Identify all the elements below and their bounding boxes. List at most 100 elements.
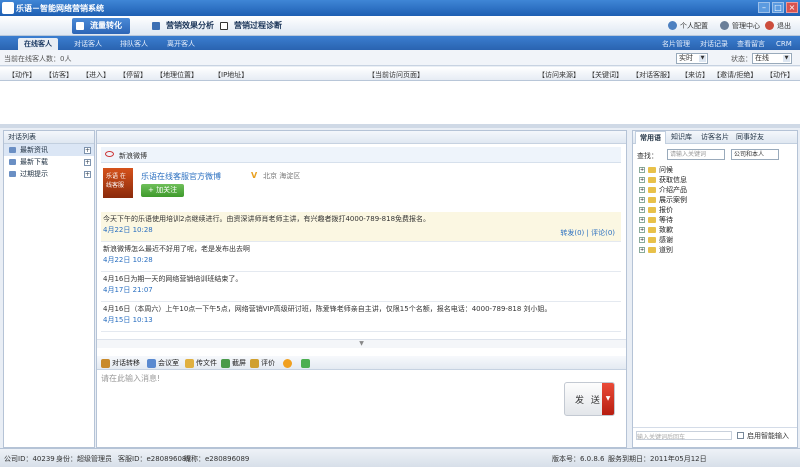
- expand-icon[interactable]: +: [639, 227, 645, 233]
- column-header[interactable]: 【关键词】: [588, 70, 623, 80]
- list-item-latest-downloads[interactable]: 最新下载 +: [4, 156, 94, 168]
- chat-records-link[interactable]: 对话记录: [700, 38, 728, 50]
- transfer-chat-button[interactable]: 对话转移: [101, 359, 140, 368]
- post-actions[interactable]: 转发(0) | 评论(0): [560, 228, 615, 238]
- tab-chat-visitors[interactable]: 对话客人: [68, 38, 108, 50]
- send-options-icon[interactable]: ▼: [602, 383, 614, 415]
- folder-icon: [648, 227, 656, 233]
- send-button[interactable]: 发 送 ▼: [564, 382, 615, 416]
- list-item: 4月16日为期一天的网络营销培训班结束了。 4月17日 21:07: [101, 272, 621, 302]
- visitor-tabs: 在线客人 对话客人 排队客人 离开客人 名片管理 对话记录 查看留言 CRM: [0, 36, 800, 50]
- column-header[interactable]: 【对话客服】: [632, 70, 674, 80]
- column-header[interactable]: 【进入】: [82, 70, 110, 80]
- weibo-account-name[interactable]: 乐语在线客服官方微博: [141, 171, 221, 182]
- expand-icon[interactable]: +: [639, 217, 645, 223]
- screenshot-button[interactable]: 截屏: [221, 359, 246, 368]
- search-input[interactable]: 请输入关键词: [667, 149, 725, 160]
- smiley-icon: [283, 359, 292, 368]
- tree-item[interactable]: + 介绍产品: [639, 185, 687, 195]
- column-header[interactable]: 【动作】: [766, 70, 794, 80]
- admin-center-button[interactable]: 管理中心: [720, 20, 760, 32]
- expand-icon[interactable]: +: [639, 237, 645, 243]
- logout-button[interactable]: 退出: [765, 20, 791, 32]
- minimize-button[interactable]: –: [758, 2, 770, 13]
- version-number: 版本号：6.0.8.6: [552, 455, 605, 463]
- view-messages-link[interactable]: 查看留言: [737, 38, 765, 50]
- column-header[interactable]: 【当前访问页面】: [368, 70, 424, 80]
- chat-list-panel: 对话列表 最新资讯 + 最新下载 + 过期提示 +: [3, 130, 95, 448]
- card-management-link[interactable]: 名片管理: [662, 38, 690, 50]
- maximize-button[interactable]: □: [772, 2, 784, 13]
- tab-knowledge-base[interactable]: 知识库: [667, 131, 696, 144]
- tree-item[interactable]: + 致歉: [639, 225, 687, 235]
- smart-input-checkbox[interactable]: [737, 432, 744, 439]
- phrase-input-row: 输入关键词后回车 启用智能输入: [633, 427, 797, 447]
- tab-colleagues[interactable]: 同事好友: [732, 131, 768, 144]
- meeting-room-button[interactable]: 会议室: [147, 359, 179, 368]
- tab-queued-visitors[interactable]: 排队客人: [114, 38, 154, 50]
- tab-common-phrases[interactable]: 常用语: [635, 131, 666, 144]
- knowledge-panel: 常用语 知识库 访客名片 同事好友 查找： 请输入关键词 公司和本人 + 问候 +…: [632, 130, 798, 448]
- post-text: 4月16日为期一天的网络营销培训班结束了。: [103, 275, 243, 283]
- title-bar: 乐语－智能网络营销系统 – □ ×: [0, 0, 800, 16]
- list-item-expiry-notice[interactable]: 过期提示 +: [4, 168, 94, 180]
- personal-settings-button[interactable]: 个人配置: [668, 20, 708, 32]
- message-input[interactable]: 请在此输入消息!: [97, 370, 626, 447]
- column-header[interactable]: 【访问来源】: [538, 70, 580, 80]
- expand-icon[interactable]: +: [639, 167, 645, 173]
- list-item: 今天下午的乐语使用培训2点继续进行。由资深讲师肖老师主讲，有兴趣者拨打4000-…: [101, 212, 621, 242]
- logout-icon: [765, 21, 774, 30]
- file-icon: [185, 359, 194, 368]
- refresh-mode-select[interactable]: 实时 ▼: [676, 53, 708, 64]
- expand-icon[interactable]: +: [639, 197, 645, 203]
- expand-icon[interactable]: +: [84, 159, 91, 166]
- expand-icon[interactable]: +: [639, 177, 645, 183]
- tab-left-visitors[interactable]: 离开客人: [161, 38, 201, 50]
- column-header[interactable]: 【来访】: [681, 70, 709, 80]
- expand-icon[interactable]: +: [84, 147, 91, 154]
- column-header[interactable]: 【动作】: [8, 70, 36, 80]
- post-date[interactable]: 4月15日 10:13: [103, 315, 617, 326]
- tab-online-visitors[interactable]: 在线客人: [18, 38, 58, 50]
- tree-item[interactable]: + 道别: [639, 245, 687, 255]
- expand-icon[interactable]: +: [639, 247, 645, 253]
- avatar[interactable]: 乐语 在线客服: [103, 168, 133, 198]
- tree-item[interactable]: + 展示案例: [639, 195, 687, 205]
- tab-traffic-conversion[interactable]: 流量转化: [72, 18, 130, 34]
- tab-marketing-analysis[interactable]: 营销效果分析: [152, 18, 214, 34]
- tab-visitor-cards[interactable]: 访客名片: [697, 131, 733, 144]
- post-date[interactable]: 4月22日 10:28: [103, 255, 617, 266]
- folder-icon: [648, 167, 656, 173]
- phrase-input[interactable]: 输入关键词后回车: [636, 431, 732, 441]
- column-header[interactable]: 【地理位置】: [156, 70, 198, 80]
- crm-link[interactable]: CRM: [776, 38, 792, 50]
- follow-button[interactable]: + 加关注: [141, 184, 185, 197]
- column-header[interactable]: 【邀请/拒绝】: [713, 70, 757, 80]
- folder-icon: [648, 217, 656, 223]
- post-date[interactable]: 4月22日 10:28: [103, 225, 617, 236]
- tree-item[interactable]: + 获取信息: [639, 175, 687, 185]
- tree-item[interactable]: + 问候: [639, 165, 687, 175]
- panel-splitter[interactable]: [0, 124, 800, 128]
- tree-item[interactable]: + 等待: [639, 215, 687, 225]
- scope-select[interactable]: 公司和本人: [731, 149, 779, 160]
- column-header[interactable]: 【IP地址】: [214, 70, 248, 80]
- post-date[interactable]: 4月17日 21:07: [103, 285, 617, 296]
- close-button[interactable]: ×: [786, 2, 798, 13]
- tree-item[interactable]: + 感谢: [639, 235, 687, 245]
- tab-process-diagnosis[interactable]: 营销过程诊断: [220, 18, 282, 34]
- company-id: 公司ID：40239: [4, 455, 55, 463]
- column-header[interactable]: 【访客】: [45, 70, 73, 80]
- expand-icon[interactable]: +: [639, 207, 645, 213]
- list-item-latest-news[interactable]: 最新资讯 +: [4, 144, 94, 156]
- visitor-count-bar: 当前在线客人数：0人 实时 ▼ 状态： 在线 ▼: [0, 50, 800, 66]
- column-header[interactable]: 【停留】: [119, 70, 147, 80]
- expand-icon[interactable]: +: [639, 187, 645, 193]
- message-placeholder: 请在此输入消息!: [101, 374, 161, 383]
- collapse-arrow-icon[interactable]: ▼: [97, 339, 626, 348]
- send-file-button[interactable]: 传文件: [185, 359, 217, 368]
- expand-icon[interactable]: +: [84, 171, 91, 178]
- rate-button[interactable]: 评价: [250, 359, 275, 368]
- tree-item[interactable]: + 报价: [639, 205, 687, 215]
- status-select[interactable]: 在线 ▼: [752, 53, 792, 64]
